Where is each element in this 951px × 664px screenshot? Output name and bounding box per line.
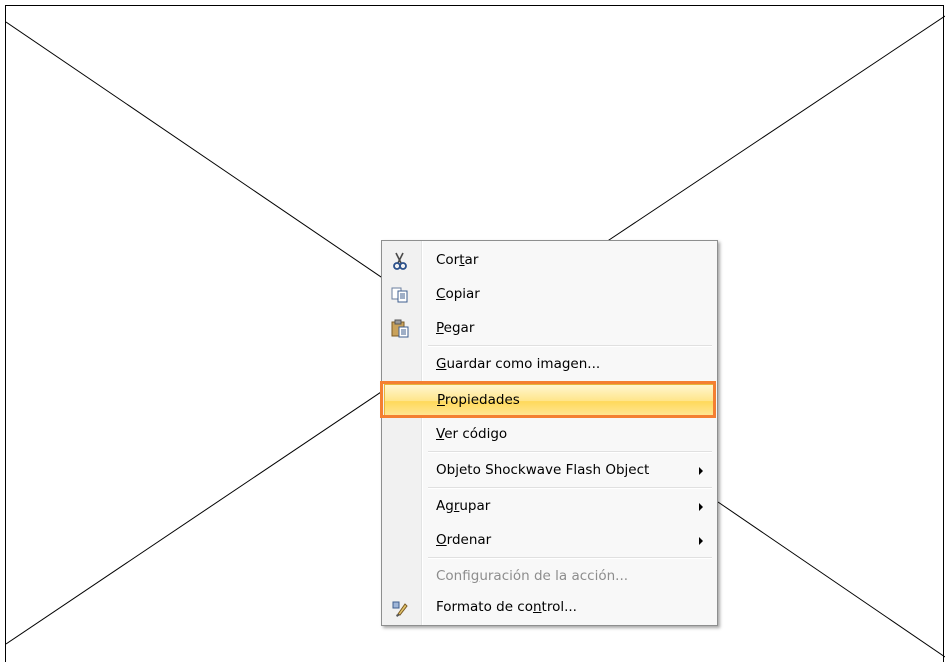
submenu-arrow-icon: [699, 537, 703, 545]
menu-item-guardar-como-imagen[interactable]: Guardar como imagen...: [384, 348, 715, 382]
copy-icon: [390, 285, 410, 305]
submenu-arrow-icon: [699, 503, 703, 511]
scissors-icon: [390, 251, 410, 271]
menu-item-ver-codigo[interactable]: Ver código: [384, 418, 715, 452]
menu-item-objeto-shockwave[interactable]: Objeto Shockwave Flash Object: [384, 454, 715, 488]
context-menu: Cortar Copiar Pegar Guardar como imagen.…: [381, 240, 718, 626]
menu-separator: [428, 557, 712, 559]
menu-item-formato-control[interactable]: Formato de control...: [384, 591, 715, 625]
submenu-arrow-icon: [699, 467, 703, 475]
format-control-icon: [390, 598, 410, 618]
menu-separator: [428, 487, 712, 489]
document-canvas: Cortar Copiar Pegar Guardar como imagen.…: [0, 0, 951, 664]
menu-item-cortar[interactable]: Cortar: [384, 244, 715, 278]
menu-separator: [428, 345, 712, 347]
menu-item-configuracion-accion: Configuración de la acción...: [436, 568, 629, 584]
menu-item-pegar[interactable]: Pegar: [384, 312, 715, 346]
paste-icon: [390, 319, 410, 339]
menu-item-propiedades[interactable]: Propiedades: [384, 384, 715, 418]
menu-item-copiar[interactable]: Copiar: [384, 278, 715, 312]
menu-item-agrupar[interactable]: Agrupar: [384, 490, 715, 524]
menu-separator: [428, 381, 712, 383]
menu-separator: [428, 451, 712, 453]
menu-item-ordenar[interactable]: Ordenar: [384, 524, 715, 558]
